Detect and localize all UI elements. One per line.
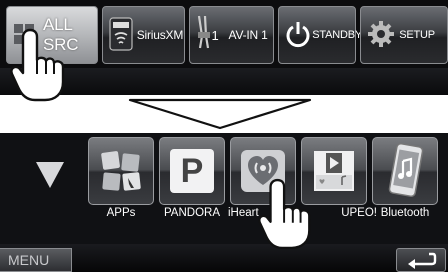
av-cable-icon — [196, 14, 212, 57]
av-in-number: 1 — [211, 27, 219, 43]
av-in-label: AV-IN 1 — [228, 28, 268, 42]
pointing-hand-icon — [258, 178, 311, 250]
return-arrow-icon — [408, 252, 437, 269]
apps-icon — [101, 151, 141, 191]
down-arrow-icon — [128, 98, 312, 130]
source-tile-apps[interactable]: APPs — [88, 137, 154, 221]
back-button[interactable] — [396, 248, 446, 272]
siriusxm-icon — [109, 16, 133, 54]
slacker-icon — [314, 151, 354, 191]
tile-face — [372, 137, 438, 205]
tile-face — [88, 137, 154, 205]
av-in-button[interactable]: 1 AV-IN 1 — [188, 6, 275, 64]
standby-button[interactable]: STANDBY — [278, 6, 362, 64]
tile-label: Bluetooth — [380, 207, 430, 219]
tile-label: PANDORA — [163, 207, 221, 219]
tile-label: APPs — [106, 207, 136, 219]
power-icon — [285, 20, 311, 51]
setup-label: SETUP — [399, 29, 435, 41]
gear-icon — [367, 20, 395, 51]
standby-label: STANDBY — [312, 29, 362, 41]
siriusxm-button[interactable]: SiriusXM — [101, 6, 185, 64]
source-bar: ALL SRC SiriusXM 1 AV-IN 1 STANDBY SETUP — [6, 6, 448, 64]
menu-button[interactable]: MENU — [0, 248, 72, 272]
siriusxm-label: SiriusXM — [136, 28, 184, 42]
pandora-icon: P — [170, 149, 214, 193]
setup-button[interactable]: SETUP — [360, 6, 448, 64]
pointing-hand-icon — [10, 28, 65, 102]
phone-icon — [388, 143, 424, 197]
scroll-down-button[interactable] — [34, 160, 66, 190]
tile-face: P — [159, 137, 225, 205]
source-tile-pandora[interactable]: P PANDORA — [159, 137, 225, 221]
source-tile-bluetooth[interactable]: Bluetooth — [372, 137, 438, 221]
